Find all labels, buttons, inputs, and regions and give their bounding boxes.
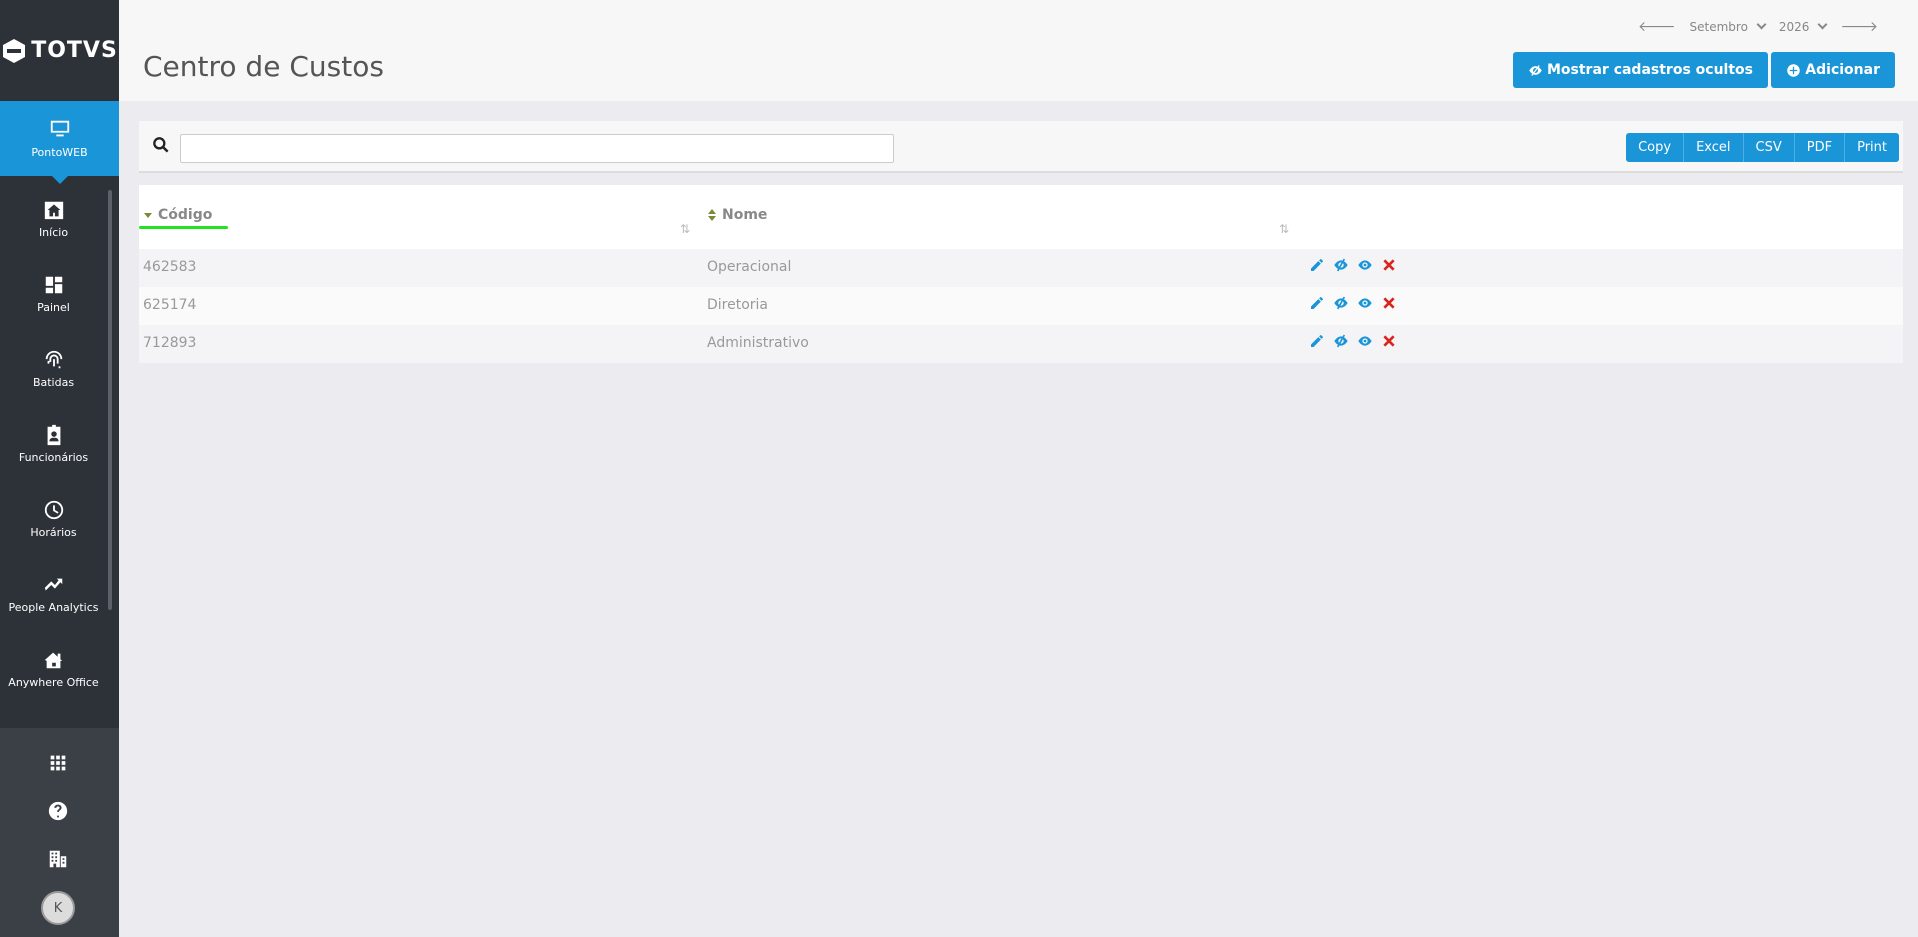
sidebar-item-label: Funcionários	[18, 450, 89, 464]
cell-codigo: 712893	[143, 335, 197, 351]
user-avatar[interactable]: K	[41, 891, 75, 925]
row-actions	[1309, 257, 1397, 273]
add-label: Adicionar	[1805, 62, 1880, 78]
copy-button[interactable]: Copy	[1626, 133, 1685, 162]
cost-centers-table: Código ⇅ Nome ⇅ 462583 Operacional 62517…	[139, 185, 1903, 363]
column-label: Código	[158, 207, 213, 223]
edit-pencil-icon[interactable]	[1309, 257, 1325, 273]
hide-eye-slash-icon[interactable]	[1333, 295, 1349, 311]
hide-eye-slash-icon[interactable]	[1333, 257, 1349, 273]
table-row[interactable]: 462583 Operacional	[139, 249, 1903, 287]
sidebar-item-label: Painel	[37, 300, 70, 314]
fingerprint-icon	[45, 350, 62, 368]
sort-icon	[708, 209, 716, 221]
show-hidden-label: Mostrar cadastros ocultos	[1546, 62, 1753, 78]
csv-button[interactable]: CSV	[1743, 133, 1795, 162]
home-office-icon	[44, 652, 62, 668]
sidebar-item-batidas[interactable]: Batidas	[0, 326, 107, 401]
table-row[interactable]: 625174 Diretoria	[139, 287, 1903, 325]
dashboard-icon	[45, 276, 62, 293]
export-buttons: Copy Excel CSV PDF Print	[1626, 133, 1899, 162]
sidebar-item-label: Horários	[30, 525, 77, 539]
company-icon[interactable]	[47, 848, 69, 870]
view-eye-icon[interactable]	[1357, 333, 1373, 349]
trend-icon	[44, 578, 62, 590]
sidebar-item-painel[interactable]: Painel	[0, 251, 107, 326]
eye-slash-icon	[1529, 64, 1542, 76]
home-icon	[44, 201, 63, 219]
previous-month-arrow-icon[interactable]: 🡐	[1638, 18, 1676, 35]
totvs-logo[interactable]: TOTVS	[0, 0, 119, 101]
period-selector: 🡐 Setembro 2026 🡒	[1638, 18, 1878, 35]
cell-nome: Operacional	[707, 259, 792, 275]
hide-eye-slash-icon[interactable]	[1333, 333, 1349, 349]
pdf-button[interactable]: PDF	[1794, 133, 1846, 162]
row-actions	[1309, 295, 1397, 311]
edit-pencil-icon[interactable]	[1309, 295, 1325, 311]
row-actions	[1309, 333, 1397, 349]
sidebar-item-label: PontoWEB	[31, 146, 88, 159]
next-month-arrow-icon[interactable]: 🡒	[1840, 18, 1878, 35]
sort-amount-icon: ⇅	[680, 222, 691, 236]
cell-codigo: 625174	[143, 297, 197, 313]
view-eye-icon[interactable]	[1357, 257, 1373, 273]
monitor-icon	[50, 120, 69, 137]
sort-icon: ⇅	[1279, 222, 1290, 236]
view-eye-icon[interactable]	[1357, 295, 1373, 311]
delete-x-icon[interactable]	[1381, 295, 1397, 311]
sidebar-bottom: K	[0, 728, 119, 937]
cell-nome: Administrativo	[707, 335, 809, 351]
column-header-codigo[interactable]: Código	[144, 207, 212, 223]
print-button[interactable]: Print	[1845, 133, 1899, 162]
logo-text: TOTVS	[31, 38, 118, 63]
sidebar-item-people-analytics[interactable]: People Analytics	[0, 551, 107, 626]
sidebar-item-label: People Analytics	[8, 600, 99, 614]
year-select[interactable]: 2026	[1778, 19, 1828, 34]
search-toolbar: Copy Excel CSV PDF Print	[139, 121, 1903, 173]
active-sort-underline	[139, 226, 228, 229]
chevron-down-icon	[1818, 19, 1828, 29]
help-icon[interactable]	[47, 800, 69, 822]
table-row[interactable]: 712893 Administrativo	[139, 325, 1903, 363]
column-header-nome[interactable]: Nome	[708, 207, 767, 223]
clock-icon	[44, 500, 63, 519]
sort-desc-icon	[144, 212, 152, 218]
sidebar-item-horarios[interactable]: Horários	[0, 476, 107, 551]
apps-grid-icon[interactable]	[47, 752, 69, 774]
sidebar-item-label: Início	[38, 225, 69, 239]
show-hidden-records-button[interactable]: Mostrar cadastros ocultos	[1512, 52, 1768, 88]
column-label: Nome	[722, 207, 768, 223]
edit-pencil-icon[interactable]	[1309, 333, 1325, 349]
id-badge-icon	[47, 424, 60, 445]
sidebar-item-label: Anywhere Office	[8, 675, 99, 689]
sidebar-nav: Início Painel Batidas Funcionários Horár…	[0, 176, 107, 722]
sidebar-item-pontoweb[interactable]: PontoWEB	[0, 101, 119, 184]
totvs-logo-icon	[3, 38, 26, 63]
delete-x-icon[interactable]	[1381, 333, 1397, 349]
sidebar-item-funcionarios[interactable]: Funcionários	[0, 401, 107, 476]
excel-button[interactable]: Excel	[1684, 133, 1744, 162]
sidebar: TOTVS PontoWEB Início Painel Batidas Fun…	[0, 0, 119, 937]
year-value: 2026	[1778, 19, 1810, 34]
cell-nome: Diretoria	[707, 297, 769, 313]
sidebar-item-anywhere-office[interactable]: Anywhere Office	[0, 626, 107, 701]
month-select[interactable]: Setembro	[1689, 19, 1767, 34]
plus-circle-icon	[1787, 63, 1801, 77]
search-icon	[153, 137, 169, 153]
page-header: 🡐 Setembro 2026 🡒 Centro de Custos Mostr…	[119, 0, 1918, 101]
add-button[interactable]: Adicionar	[1771, 52, 1895, 88]
sidebar-item-label: Batidas	[32, 375, 75, 389]
page-title: Centro de Custos	[143, 50, 384, 83]
search-input[interactable]	[180, 134, 894, 163]
table-header: Código ⇅ Nome ⇅	[139, 185, 1903, 249]
delete-x-icon[interactable]	[1381, 257, 1397, 273]
sidebar-item-inicio[interactable]: Início	[0, 176, 107, 251]
cell-codigo: 462583	[143, 259, 197, 275]
month-value: Setembro	[1689, 19, 1748, 34]
chevron-down-icon	[1756, 19, 1767, 29]
sidebar-scrollbar[interactable]	[108, 190, 112, 610]
